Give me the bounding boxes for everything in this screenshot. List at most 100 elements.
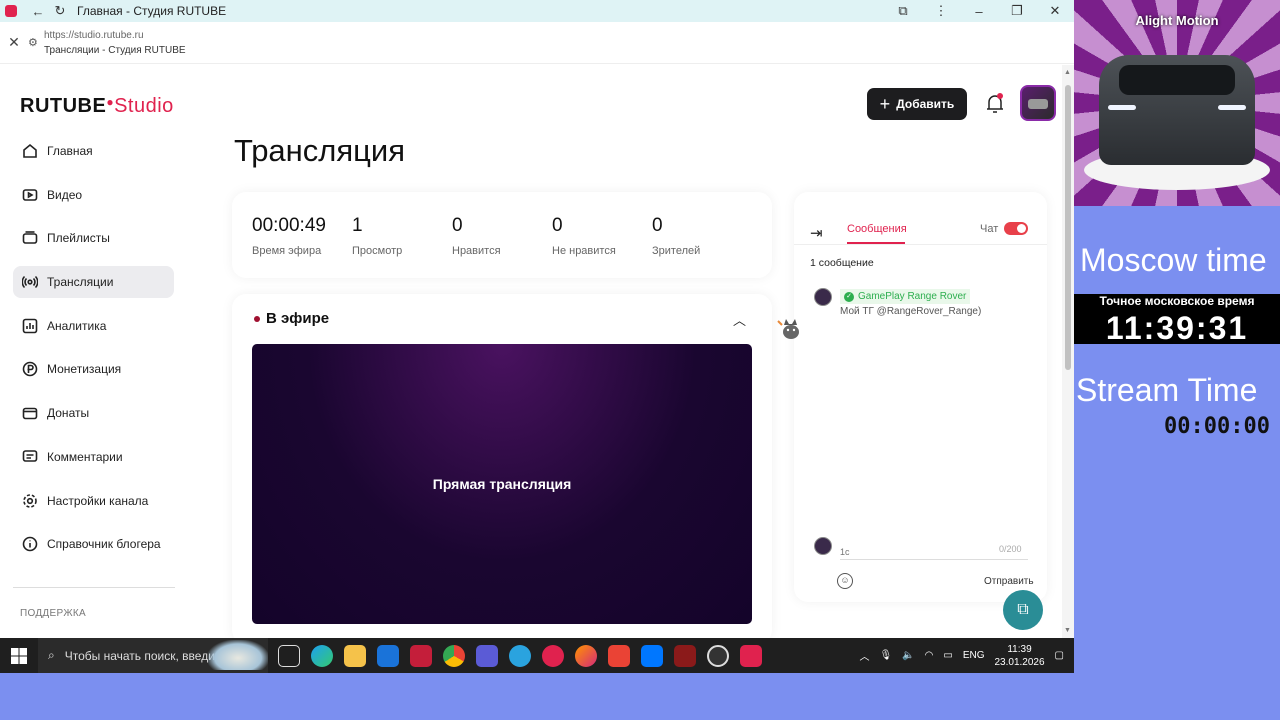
chat-toggle[interactable] (1004, 222, 1028, 235)
scroll-thumb[interactable] (1065, 85, 1071, 370)
donate-icon (21, 404, 39, 422)
support-chat-button[interactable]: ⧉ (1003, 590, 1043, 630)
sidebar-item-monetization[interactable]: Монетизация (13, 353, 174, 385)
stream-time-label: Stream Time (1076, 372, 1258, 408)
notification-dot (997, 93, 1003, 99)
close-window-icon[interactable]: ✕ (1036, 3, 1074, 19)
moscow-time-panel: Точное московское время 11:39:31 (1074, 294, 1280, 346)
wifi-icon[interactable]: ◠ (925, 650, 934, 661)
windows-taskbar: ⌕ Чтобы начать поиск, введите ︿ 🎙 🔈 ◠ ▭ … (0, 638, 1074, 673)
playlist-icon (21, 229, 39, 247)
gmail-icon[interactable] (608, 644, 630, 667)
sidebar-item-home[interactable]: Главная (13, 135, 174, 167)
moscow-time-label: Moscow time (1080, 242, 1267, 278)
more-icon[interactable]: ⋮ (922, 3, 960, 19)
car-headlight-right (1218, 105, 1246, 110)
language-indicator[interactable]: ENG (963, 650, 985, 661)
plus-icon: + (879, 94, 891, 114)
sidebar-item-blogger-guide[interactable]: Справочник блогера (13, 528, 174, 560)
rutube-studio-logo[interactable]: RUTUBE●Studio (20, 95, 174, 118)
telegram-icon[interactable] (509, 644, 531, 667)
scroll-down-icon[interactable]: ▼ (1064, 627, 1071, 634)
vk-icon[interactable] (641, 644, 663, 667)
sidebar-item-broadcasts[interactable]: Трансляции (13, 266, 174, 299)
page-title: Трансляция (234, 133, 406, 168)
video-player[interactable]: Прямая трансляция (252, 344, 752, 624)
car-headlight-left (1108, 105, 1136, 110)
sidebar-item-comments[interactable]: Комментарии (13, 441, 174, 473)
page-title-text: Трансляции - Студия RUTUBE (44, 44, 186, 56)
emoji-icon[interactable]: ☺ (837, 573, 853, 589)
scrollbar[interactable]: ▲ ▼ (1062, 65, 1074, 638)
speaker-icon[interactable]: 🔈 (902, 650, 914, 661)
monetization-icon (21, 360, 39, 378)
player-text: Прямая трансляция (432, 476, 572, 492)
chevron-up-icon[interactable]: ︿ (859, 648, 869, 663)
chevron-up-icon[interactable]: ︿ (733, 310, 746, 329)
site-settings-icon[interactable]: ⚙ (28, 36, 42, 49)
microphone-icon[interactable]: 🎙 (879, 650, 892, 661)
reload-icon[interactable]: ↻ (49, 0, 71, 22)
stream-time-value: 00:00:00 (1164, 414, 1270, 439)
edge-icon[interactable] (311, 644, 333, 667)
task-view-icon[interactable] (278, 644, 300, 667)
stats-card: 00:00:49 Время эфира 1 Просмотр 0 Нравит… (232, 192, 772, 278)
cat-sticker-icon (777, 319, 799, 339)
windows-start-icon[interactable] (0, 647, 38, 664)
stat-views: 1 Просмотр (352, 215, 403, 257)
address-bar: ✕ ⚙ https://studio.rutube.ru Трансляции … (0, 22, 1074, 64)
chat-bubble-icon: ⧉ (1017, 601, 1029, 618)
avatar[interactable] (1020, 85, 1056, 121)
sidebar-item-channel-settings[interactable]: Настройки канала (13, 485, 174, 517)
stat-airtime: 00:00:49 Время эфира (252, 215, 326, 257)
url-text[interactable]: https://studio.rutube.ru (44, 30, 186, 41)
taskbar-search[interactable]: ⌕ Чтобы начать поиск, введите (38, 638, 268, 673)
file-explorer-icon[interactable] (344, 644, 366, 667)
car-image-panel: Alight Motion (1074, 0, 1280, 206)
maximize-icon[interactable]: ❐ (998, 3, 1036, 19)
stream-overlay: Alight Motion Moscow time Точное московс… (1074, 0, 1280, 720)
gear-icon (21, 492, 39, 510)
info-icon (21, 535, 39, 553)
sidebar-item-analytics[interactable]: Аналитика (13, 310, 174, 342)
back-icon[interactable]: ← (27, 0, 49, 22)
add-button[interactable]: + Добавить (867, 88, 967, 120)
notifications-icon[interactable]: ▢ (1055, 650, 1064, 661)
collapse-chat-icon[interactable]: ⇥ (810, 224, 823, 242)
tab-messages[interactable]: Сообщения (847, 223, 907, 235)
broadcast-icon (21, 273, 39, 291)
taskbar-clock[interactable]: 11:39 23.01.2026 (994, 643, 1044, 669)
sidebar-item-donations[interactable]: Донаты (13, 397, 174, 429)
extensions-icon[interactable]: ⧉ (884, 3, 922, 19)
chat-panel: ⇥ Сообщения Чат 1 сообщение ✓ GamePlay R… (794, 192, 1047, 602)
comments-icon (21, 448, 39, 466)
message-count: 1 сообщение (810, 257, 874, 269)
app-icon (5, 5, 17, 17)
verified-icon: ✓ (844, 291, 854, 302)
scroll-up-icon[interactable]: ▲ (1064, 69, 1071, 76)
firefox-icon[interactable] (575, 644, 597, 667)
chrome-icon[interactable] (443, 644, 465, 667)
stat-dislikes: 0 Не нравится (552, 215, 616, 257)
app-game-icon[interactable] (674, 644, 696, 667)
send-button[interactable]: Отправить (984, 576, 1034, 587)
stat-viewers: 0 Зрителей (652, 215, 701, 257)
app-red-icon[interactable] (410, 644, 432, 667)
sidebar-nav: Главная Видео Плейлисты Трансляции Анали… (13, 135, 174, 572)
sidebar-item-playlists[interactable]: Плейлисты (13, 222, 174, 254)
my-avatar (814, 537, 832, 555)
mail-icon[interactable] (377, 644, 399, 667)
app-purple-icon[interactable] (476, 644, 498, 667)
message-avatar (814, 288, 832, 306)
sidebar-divider (13, 587, 175, 588)
message-author[interactable]: ✓ GamePlay Range Rover (840, 289, 971, 304)
sidebar-item-video[interactable]: Видео (13, 179, 174, 211)
message-text: Мой ТГ @RangeRover_Range) (840, 306, 982, 317)
minimize-icon[interactable]: – (960, 4, 998, 19)
chat-toggle-label: Чат (980, 223, 999, 235)
player-icon[interactable] (542, 644, 564, 667)
rutube-taskbar-icon[interactable] (740, 644, 762, 667)
close-icon[interactable]: ✕ (0, 34, 28, 51)
obs-icon[interactable] (707, 644, 729, 667)
battery-icon[interactable]: ▭ (943, 650, 952, 661)
